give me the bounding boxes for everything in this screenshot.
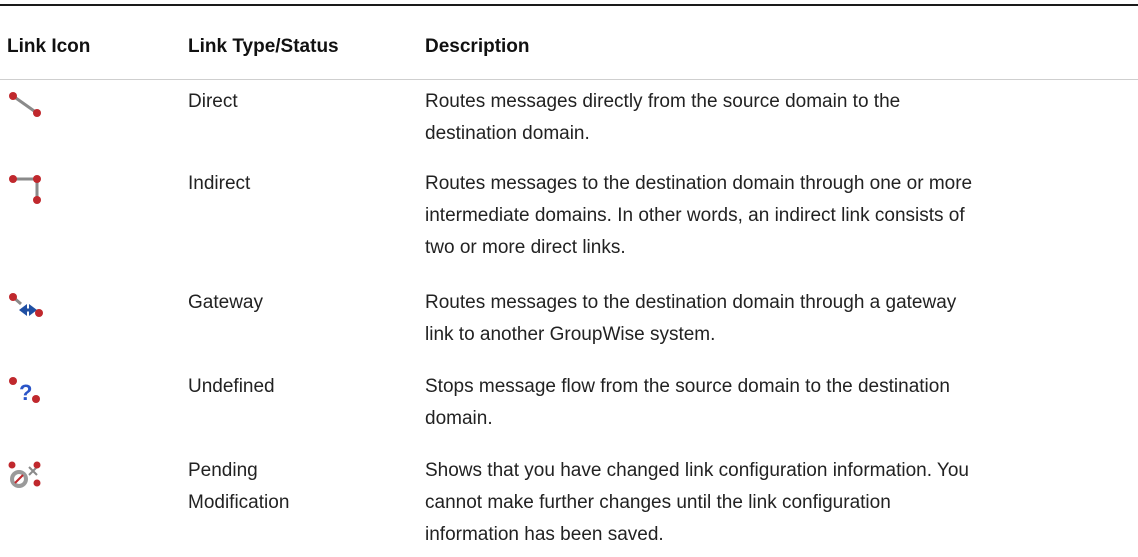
link-types-table: Link Icon Link Type/Status Description D… [0,0,1138,557]
description-line: domain. [425,408,493,429]
description-line: cannot make further changes until the li… [425,492,891,513]
header-link-type: Link Type/Status [188,36,339,57]
header-link-icon: Link Icon [7,36,91,57]
description-line: link to another GroupWise system. [425,324,716,345]
description-gateway: Routes messages to the destination domai… [425,287,1135,351]
pending-modification-icon [7,459,47,489]
link-type-label: Pending [188,460,258,481]
link-type-undefined: Undefined [188,371,418,403]
svg-text:?: ? [19,380,32,405]
description-line: intermediate domains. In other words, an… [425,205,965,226]
direct-link-icon [7,91,47,121]
description-line: destination domain. [425,123,590,144]
header-divider [0,79,1138,80]
link-type-label: Modification [188,492,290,513]
description-line: Routes messages to the destination domai… [425,173,973,194]
description-direct: Routes messages directly from the source… [425,86,1135,150]
description-pending-modification: Shows that you have changed link configu… [425,455,1135,551]
header-description: Description [425,36,530,57]
link-type-label: Undefined [188,376,275,397]
description-line: Routes messages directly from the source… [425,91,901,112]
description-line: two or more direct links. [425,237,626,258]
gateway-link-icon [7,292,47,322]
description-line: Shows that you have changed link configu… [425,460,969,481]
link-type-label: Indirect [188,173,251,194]
link-type-label: Direct [188,91,238,112]
description-line: Routes messages to the destination domai… [425,292,957,313]
table-top-rule [0,4,1138,6]
undefined-link-icon: ? [7,376,47,406]
description-line: information has been saved. [425,524,664,545]
description-undefined: Stops message flow from the source domai… [425,371,1135,435]
description-line: Stops message flow from the source domai… [425,376,950,397]
link-type-label: Gateway [188,292,263,313]
link-type-direct: Direct [188,86,418,118]
indirect-link-icon [7,173,47,204]
link-type-pending-modification: Pending Modification [188,455,418,519]
description-indirect: Routes messages to the destination domai… [425,168,1135,264]
link-type-gateway: Gateway [188,287,418,319]
link-type-indirect: Indirect [188,168,418,200]
